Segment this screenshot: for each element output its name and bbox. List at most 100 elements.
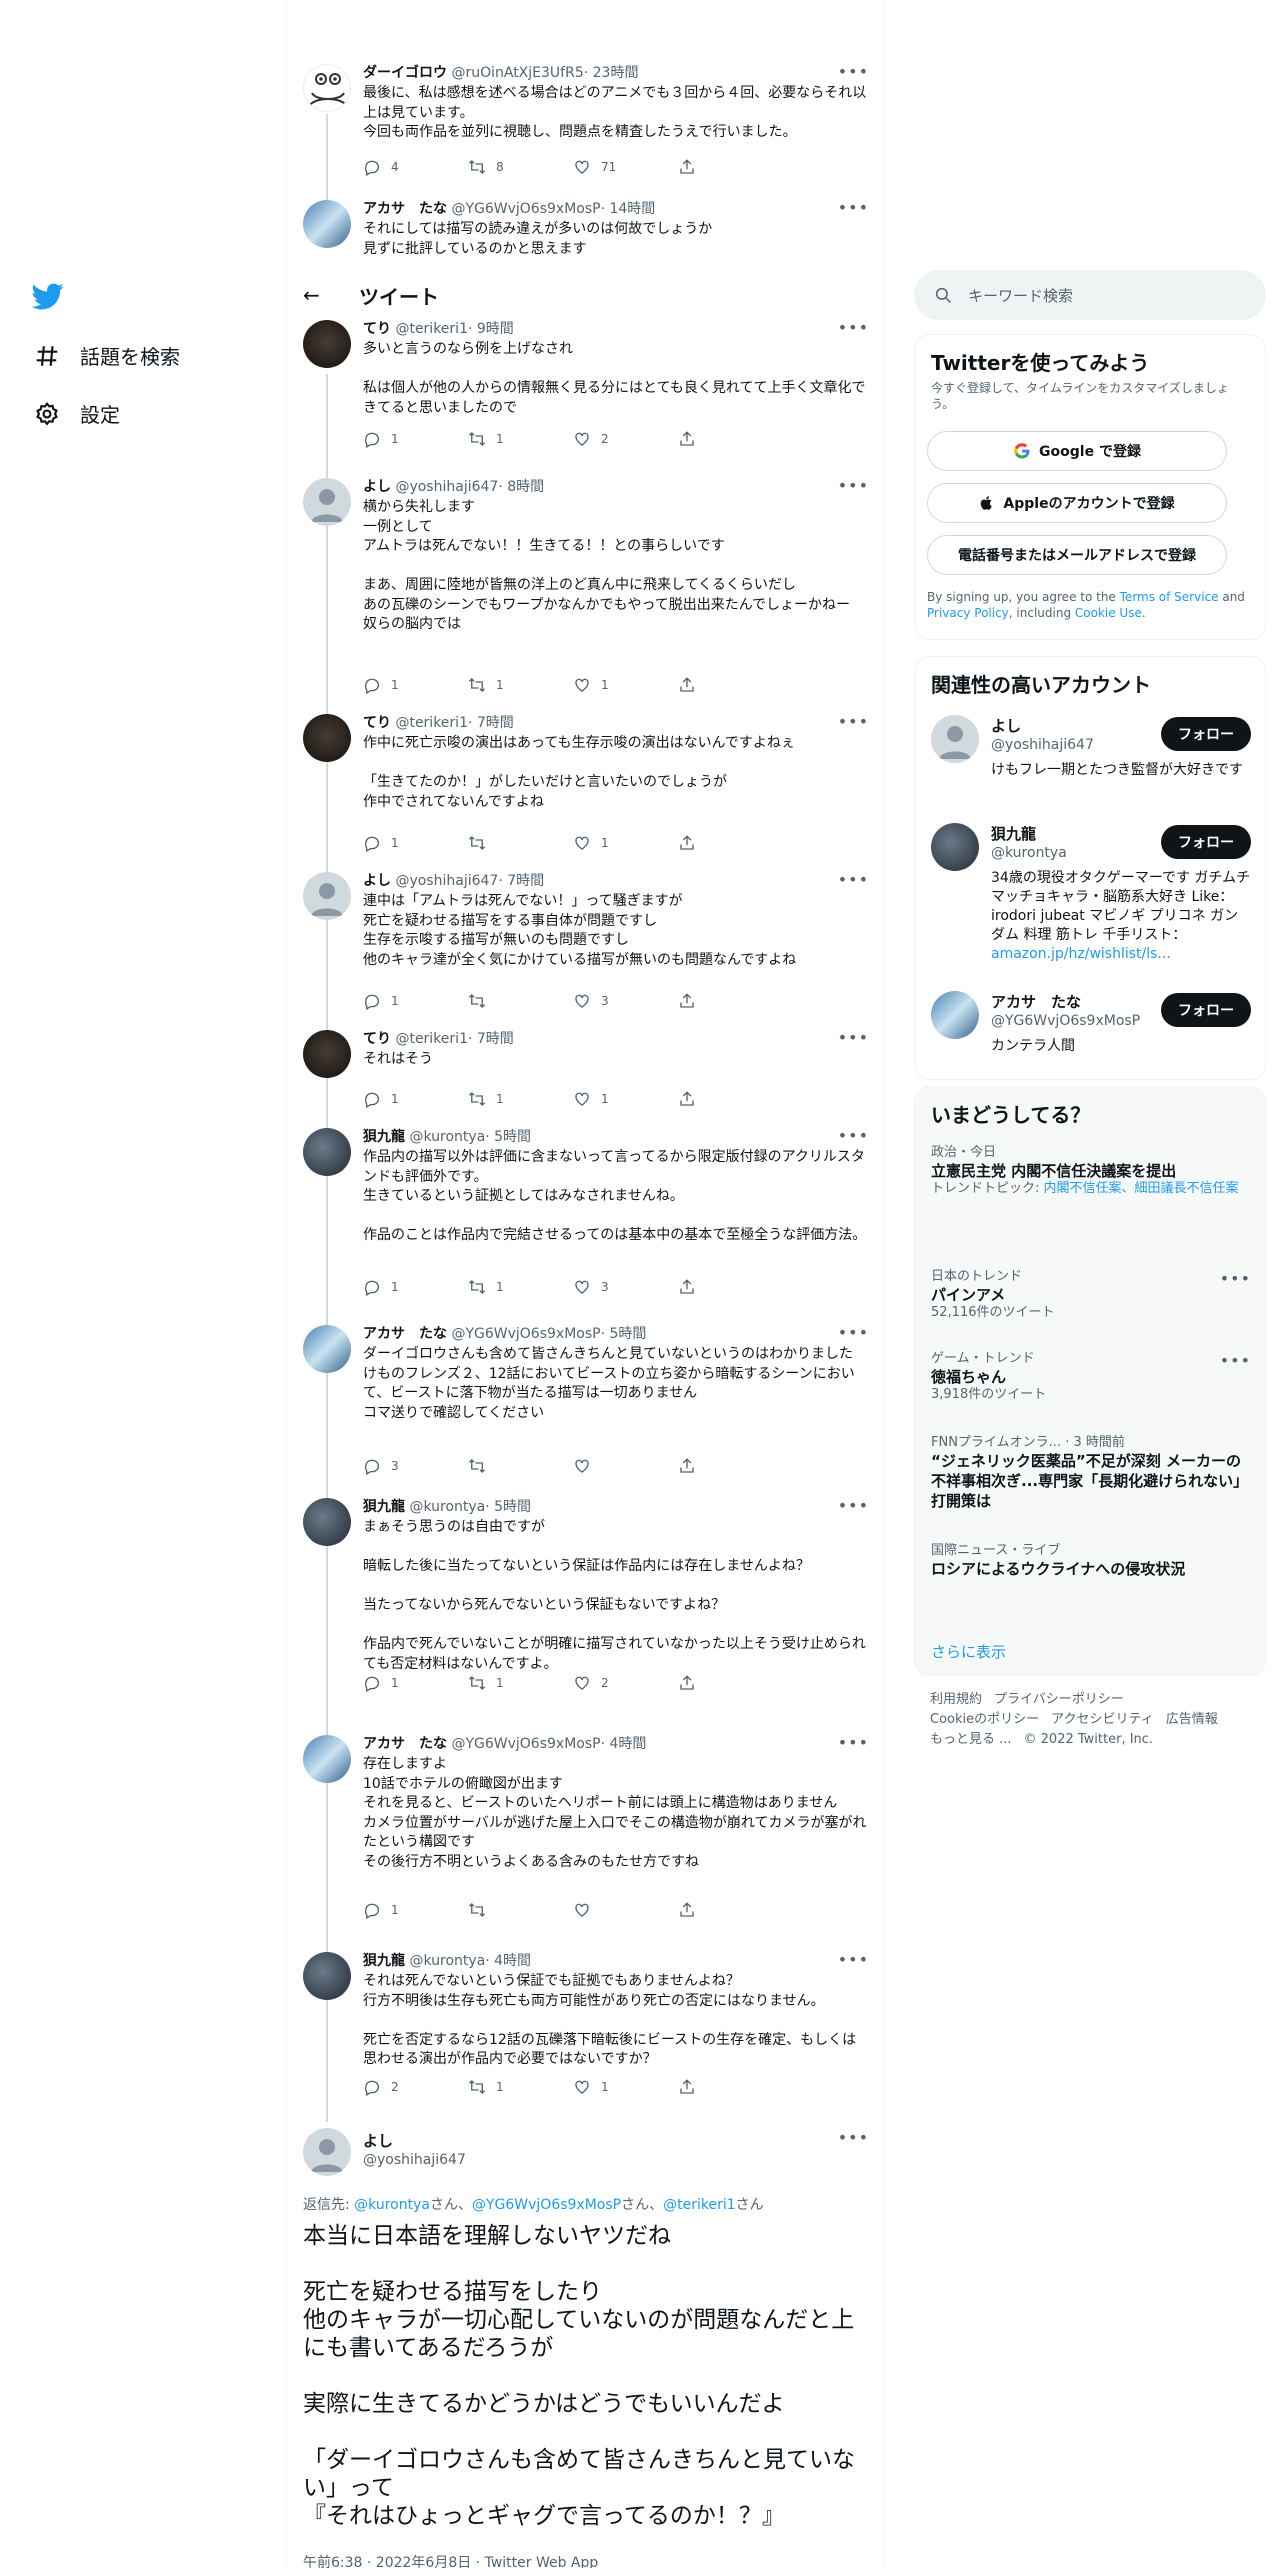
twitter-bird-icon[interactable]	[30, 280, 66, 312]
timestamp[interactable]: · 7時間	[468, 715, 514, 731]
timestamp[interactable]: · 7時間	[498, 873, 544, 889]
like-button[interactable]: 1	[573, 676, 678, 694]
like-button[interactable]: 2	[573, 1674, 678, 1692]
timestamp[interactable]: · 23時間	[584, 65, 639, 81]
author-handle[interactable]: @yoshihaji647	[395, 873, 498, 889]
avatar[interactable]	[303, 1952, 351, 2000]
share-button[interactable]	[678, 2078, 783, 2096]
share-button[interactable]	[678, 992, 783, 1010]
retweet-button[interactable]: 1	[468, 2078, 573, 2096]
author-name[interactable]: アカサ たな	[363, 1326, 447, 1342]
more-icon[interactable]: •••	[838, 1325, 869, 1341]
nav-explore[interactable]: 話題を検索	[34, 341, 180, 370]
share-button[interactable]	[678, 676, 783, 694]
timestamp[interactable]: · 4時間	[601, 1736, 647, 1752]
avatar[interactable]	[303, 64, 351, 112]
author-name[interactable]: よし	[363, 873, 391, 889]
retweet-button[interactable]: 1	[468, 1278, 573, 1296]
timestamp[interactable]: · 4時間	[485, 1953, 531, 1969]
reply-button[interactable]: 1	[363, 676, 468, 694]
avatar[interactable]	[931, 715, 979, 763]
follow-button[interactable]: フォロー	[1161, 993, 1251, 1027]
avatar[interactable]	[303, 714, 351, 762]
author-name[interactable]: アカサ たな	[363, 1736, 447, 1752]
back-arrow-icon[interactable]: ←	[303, 283, 353, 307]
like-button[interactable]: 1	[573, 1090, 678, 1108]
account-name[interactable]: よし	[991, 715, 1021, 736]
apple-signup-button[interactable]: Appleのアカウントで登録	[927, 483, 1227, 523]
like-button[interactable]: 3	[573, 992, 678, 1010]
reply-tweet[interactable]: アカサ たな @YG6WvjO6s9xMosP· 14時間 それにしては描写の読…	[303, 200, 869, 270]
trend-item[interactable]: 政治・今日 立憲民主党 内閣不信任決議案を提出 トレンドトピック: 内閣不信任案…	[931, 1145, 1251, 1197]
author-name[interactable]: アカサ たな	[363, 201, 447, 217]
footer-link[interactable]: 利用規約	[930, 1692, 982, 1707]
avatar[interactable]	[303, 200, 351, 248]
follow-button[interactable]: フォロー	[1161, 825, 1251, 859]
avatar[interactable]	[931, 991, 979, 1039]
retweet-button[interactable]: 1	[468, 1674, 573, 1692]
trend-item[interactable]: ゲーム・トレンド 徳福ちゃん 3,918件のツイート •••	[931, 1351, 1251, 1403]
footer-more-link[interactable]: もっと見る ...	[930, 1732, 1012, 1747]
show-more-link[interactable]: さらに表示	[931, 1641, 1006, 1662]
reply-button[interactable]: 1	[363, 430, 468, 448]
footer-link[interactable]: プライバシーポリシー	[994, 1692, 1124, 1707]
more-icon[interactable]: •••	[838, 478, 869, 494]
privacy-link[interactable]: Privacy Policy	[927, 606, 1009, 620]
search-input[interactable]: キーワード検索	[968, 285, 1073, 306]
terms-link[interactable]: Terms of Service	[1120, 590, 1219, 604]
share-button[interactable]	[678, 430, 783, 448]
mention-link[interactable]: @kurontya	[354, 2197, 430, 2213]
author-name[interactable]: ダーイゴロウ	[363, 65, 447, 81]
share-button[interactable]	[678, 1674, 783, 1692]
reply-button[interactable]: 1	[363, 834, 468, 852]
timestamp[interactable]: · 5時間	[485, 1499, 531, 1515]
share-button[interactable]	[678, 158, 783, 176]
retweet-button[interactable]: 1	[468, 1090, 573, 1108]
share-button[interactable]	[678, 1901, 783, 1919]
more-icon[interactable]: •••	[838, 320, 869, 336]
reply-button[interactable]: 2	[363, 2078, 468, 2096]
author-handle[interactable]: @terikeri1	[395, 321, 468, 337]
avatar[interactable]	[303, 1128, 351, 1176]
avatar[interactable]	[303, 1735, 351, 1783]
follow-button[interactable]: フォロー	[1161, 717, 1251, 751]
author-handle[interactable]: @terikeri1	[395, 715, 468, 731]
trend-item[interactable]: 国際ニュース・ライブ ロシアによるウクライナへの侵攻状況	[931, 1543, 1251, 1579]
author-handle[interactable]: @yoshihaji647	[395, 479, 498, 495]
avatar[interactable]	[303, 872, 351, 920]
more-icon[interactable]: •••	[838, 1498, 869, 1514]
timestamp[interactable]: · 7時間	[468, 1031, 514, 1047]
author-name[interactable]: よし	[363, 479, 391, 495]
wishlist-link[interactable]: amazon.jp/hz/wishlist/ls...	[991, 946, 1171, 962]
timestamp[interactable]: · 8時間	[498, 479, 544, 495]
google-signup-button[interactable]: Google で登録	[927, 431, 1227, 471]
more-icon[interactable]: •••	[838, 200, 869, 216]
more-icon[interactable]: •••	[838, 872, 869, 888]
retweet-button[interactable]: 1	[468, 676, 573, 694]
trend-item[interactable]: FNNプライムオンラ... · 3 時間前 “ジェネリック医薬品”不足が深刻 メ…	[931, 1435, 1251, 1511]
like-button[interactable]: 1	[573, 834, 678, 852]
more-icon[interactable]: •••	[838, 64, 869, 80]
cookie-link[interactable]: Cookie Use	[1075, 606, 1142, 620]
more-icon[interactable]: •••	[838, 714, 869, 730]
share-button[interactable]	[678, 1090, 783, 1108]
reply-button[interactable]: 3	[363, 1457, 468, 1475]
mention-link[interactable]: @YG6WvjO6s9xMosP	[472, 2197, 621, 2213]
avatar[interactable]	[303, 320, 351, 368]
author-handle[interactable]: @yoshihaji647	[363, 2152, 466, 2168]
author-name[interactable]: てり	[363, 715, 391, 731]
footer-link[interactable]: アクセシビリティ	[1051, 1712, 1154, 1727]
author-name[interactable]: てり	[363, 1031, 391, 1047]
more-icon[interactable]: •••	[1220, 1271, 1251, 1287]
reply-button[interactable]: 4	[363, 158, 468, 176]
author-handle[interactable]: @YG6WvjO6s9xMosP	[451, 1736, 600, 1752]
more-icon[interactable]: •••	[838, 1030, 869, 1046]
reply-button[interactable]: 1	[363, 992, 468, 1010]
author-name[interactable]: 狽九龍	[363, 1129, 405, 1145]
like-button[interactable]: 1	[573, 2078, 678, 2096]
account-handle[interactable]: @yoshihaji647	[991, 737, 1094, 753]
retweet-button[interactable]	[468, 834, 573, 852]
reply-button[interactable]: 1	[363, 1278, 468, 1296]
reply-button[interactable]: 1	[363, 1674, 468, 1692]
share-button[interactable]	[678, 1457, 783, 1475]
